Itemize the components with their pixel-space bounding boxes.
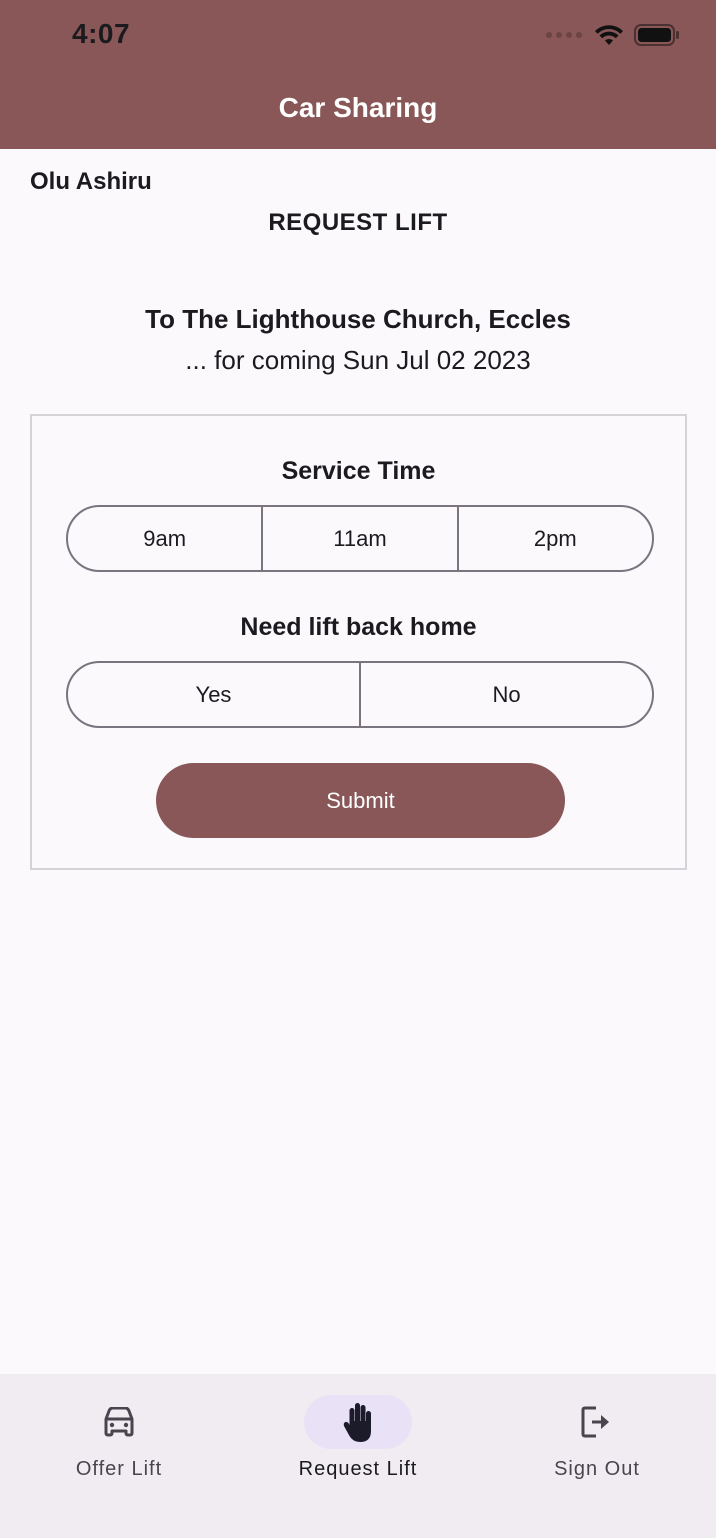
app-title: Car Sharing	[278, 92, 438, 123]
nav-label-request-lift: Request Lift	[298, 1458, 418, 1480]
service-date-text: ... for coming Sun Jul 02 2023	[185, 345, 531, 375]
battery-icon	[634, 24, 679, 46]
service-time-option-11am[interactable]: 11am	[263, 507, 459, 570]
bottom-navigation: Offer Lift Request Lift Sign Out	[0, 1374, 716, 1538]
cellular-signal-icon	[546, 32, 582, 38]
nav-item-offer-lift[interactable]: Offer Lift	[0, 1374, 238, 1494]
page-title: REQUEST LIFT	[268, 209, 448, 236]
nav-item-request-lift[interactable]: Request Lift	[239, 1374, 477, 1494]
status-time: 4:07	[72, 18, 131, 49]
lift-back-option-yes[interactable]: Yes	[68, 663, 361, 726]
logout-icon	[581, 1406, 609, 1438]
submit-button[interactable]: Submit	[156, 763, 565, 838]
service-time-label: Service Time	[281, 457, 436, 485]
nav-item-sign-out[interactable]: Sign Out	[478, 1374, 716, 1494]
user-name: Olu Ashiru	[30, 168, 152, 195]
service-time-selector: 9am 11am 2pm	[66, 505, 654, 572]
request-lift-form: Service Time 9am 11am 2pm Need lift back…	[30, 414, 687, 870]
app-bar: 4:07 Car Sharing	[0, 0, 716, 149]
service-time-option-9am[interactable]: 9am	[68, 507, 264, 570]
lift-back-selector: Yes No	[66, 661, 654, 728]
hand-icon	[343, 1403, 371, 1442]
nav-label-sign-out: Sign Out	[554, 1458, 640, 1480]
lift-back-label: Need lift back home	[240, 613, 477, 641]
lift-back-option-no[interactable]: No	[361, 663, 652, 726]
car-icon	[104, 1407, 134, 1437]
destination-text: To The Lighthouse Church, Eccles	[145, 304, 571, 334]
nav-label-offer-lift: Offer Lift	[75, 1458, 163, 1480]
wifi-icon	[595, 25, 623, 45]
status-icons	[546, 20, 680, 50]
service-time-option-2pm[interactable]: 2pm	[459, 507, 652, 570]
